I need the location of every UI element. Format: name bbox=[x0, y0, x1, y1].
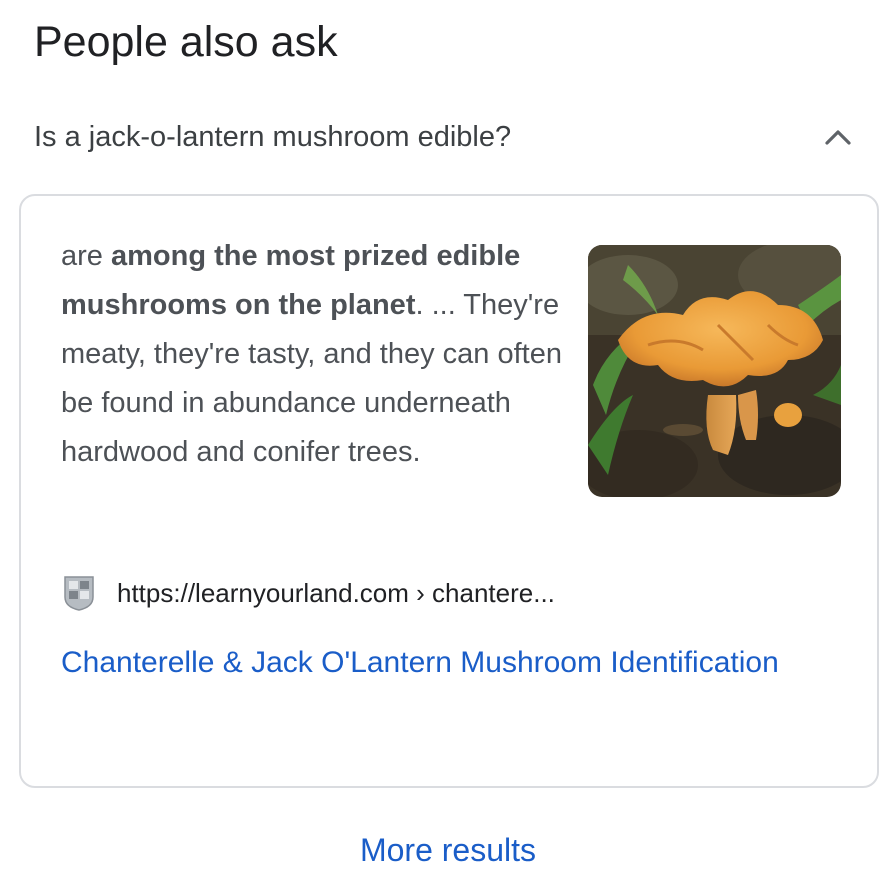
chevron-up-icon[interactable] bbox=[818, 117, 858, 157]
answer-snippet: are among the most prized edible mushroo… bbox=[61, 232, 566, 477]
result-title-link[interactable]: Chanterelle & Jack O'Lantern Mushroom Id… bbox=[61, 632, 781, 694]
source-row[interactable]: https://learnyourland.com › chantere... bbox=[63, 572, 555, 614]
mushroom-thumbnail[interactable] bbox=[588, 245, 841, 497]
question-toggle[interactable]: Is a jack-o-lantern mushroom edible? bbox=[34, 108, 862, 166]
source-url: https://learnyourland.com › chantere... bbox=[117, 577, 555, 608]
question-text: Is a jack-o-lantern mushroom edible? bbox=[34, 120, 512, 153]
more-results-button[interactable]: More results bbox=[0, 832, 896, 869]
site-favicon-icon bbox=[63, 575, 95, 611]
answer-card: are among the most prized edible mushroo… bbox=[19, 194, 879, 788]
result-title-text: Chanterelle & Jack O'Lantern Mushroom Id… bbox=[61, 646, 779, 679]
section-title: People also ask bbox=[34, 18, 338, 66]
snippet-prefix: are bbox=[61, 240, 111, 272]
